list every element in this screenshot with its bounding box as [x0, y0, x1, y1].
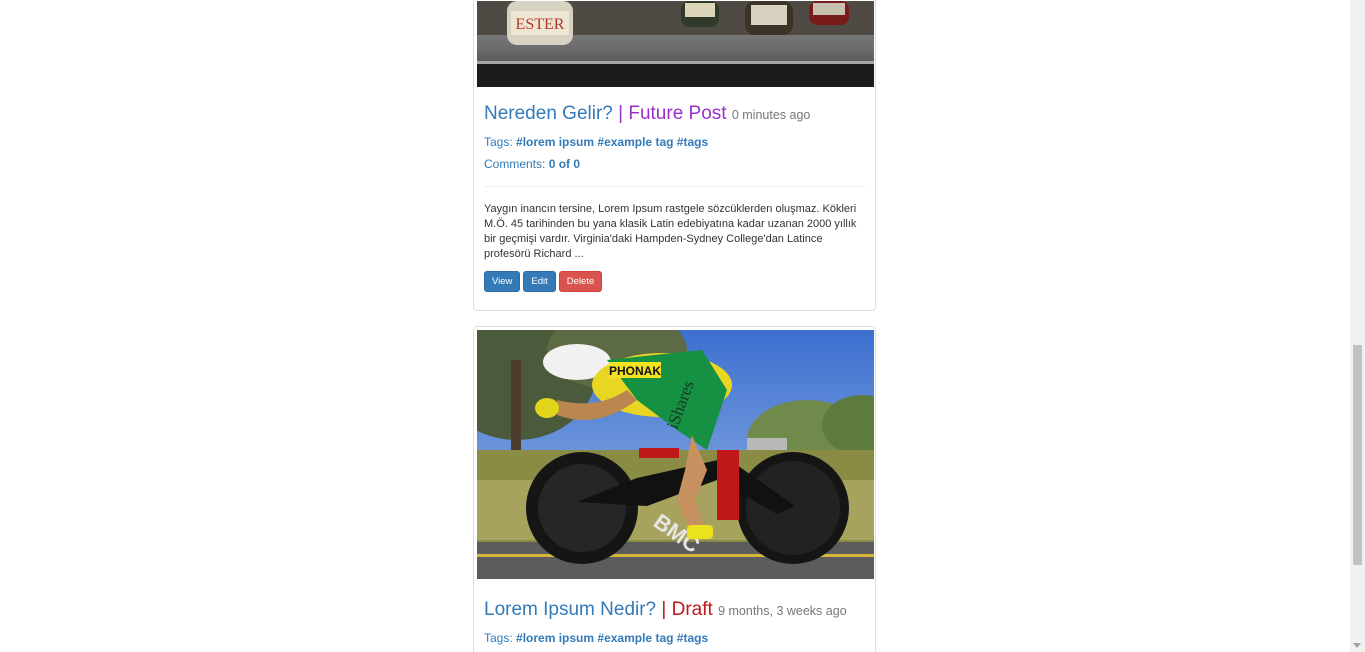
post-title-line: Lorem Ipsum Nedir? | Draft 9 months, 3 w…	[484, 599, 865, 622]
view-button[interactable]: View	[484, 271, 521, 292]
tags-label: Tags:	[484, 631, 513, 645]
divider	[484, 186, 865, 187]
post-comments: Comments: 0 of 0	[484, 156, 865, 172]
jersey-brand-text: PHONAK	[609, 364, 661, 378]
post-excerpt: Yaygın inancın tersine, Lorem Ipsum rast…	[484, 203, 857, 260]
cyclist-photo: BMC PHONAK iShares	[477, 330, 874, 579]
tag-link[interactable]: #lorem ipsum	[516, 135, 594, 149]
tag-link[interactable]: #tags	[677, 135, 708, 149]
comments-count-link[interactable]: 0 of 0	[549, 157, 580, 171]
status-draft: Draft	[671, 599, 713, 620]
vertical-scrollbar[interactable]	[1350, 0, 1365, 652]
edit-button[interactable]: Edit	[523, 271, 556, 292]
tag-link[interactable]: #example tag	[597, 135, 673, 149]
status-separator: |	[612, 103, 629, 124]
scrollbar-thumb[interactable]	[1353, 345, 1362, 565]
post-time-ago: 0 minutes ago	[731, 108, 811, 122]
post-tags: Tags: #lorem ipsum #example tag #tags	[484, 134, 865, 150]
tags-label: Tags:	[484, 135, 513, 149]
post-body: Nereden Gelir? | Future Post 0 minutes a…	[484, 103, 865, 292]
post-title-line: Nereden Gelir? | Future Post 0 minutes a…	[484, 103, 865, 126]
post-card: ESTER Nereden Gelir? | Future Post 0 min…	[473, 0, 876, 311]
comments-label: Comments:	[484, 157, 546, 171]
tag-link[interactable]: #example tag	[597, 631, 673, 645]
tag-link[interactable]: #tags	[677, 631, 708, 645]
status-separator: |	[656, 599, 672, 620]
post-image-cyclist[interactable]: BMC PHONAK iShares	[477, 330, 874, 579]
tag-link[interactable]: #lorem ipsum	[516, 631, 594, 645]
post-title-link[interactable]: Nereden Gelir?	[484, 103, 613, 124]
post-tags: Tags: #lorem ipsum #example tag #tags	[484, 630, 865, 646]
post-time-ago: 9 months, 3 weeks ago	[718, 604, 847, 618]
status-future-post: Future Post	[628, 103, 727, 124]
post-image-bottles[interactable]: ESTER	[477, 1, 874, 87]
scroll-down-arrow-icon[interactable]	[1353, 643, 1361, 648]
bottles-photo: ESTER	[477, 1, 874, 87]
bottle-label-text: ESTER	[516, 16, 565, 33]
post-title-link[interactable]: Lorem Ipsum Nedir?	[484, 599, 656, 620]
page: ESTER Nereden Gelir? | Future Post 0 min…	[0, 0, 1365, 652]
delete-button[interactable]: Delete	[558, 271, 603, 292]
post-card: BMC PHONAK iShares Lorem Ipsum Nedir? | …	[473, 326, 876, 652]
post-actions: View Edit Delete	[484, 271, 865, 292]
post-body: Lorem Ipsum Nedir? | Draft 9 months, 3 w…	[484, 599, 865, 646]
